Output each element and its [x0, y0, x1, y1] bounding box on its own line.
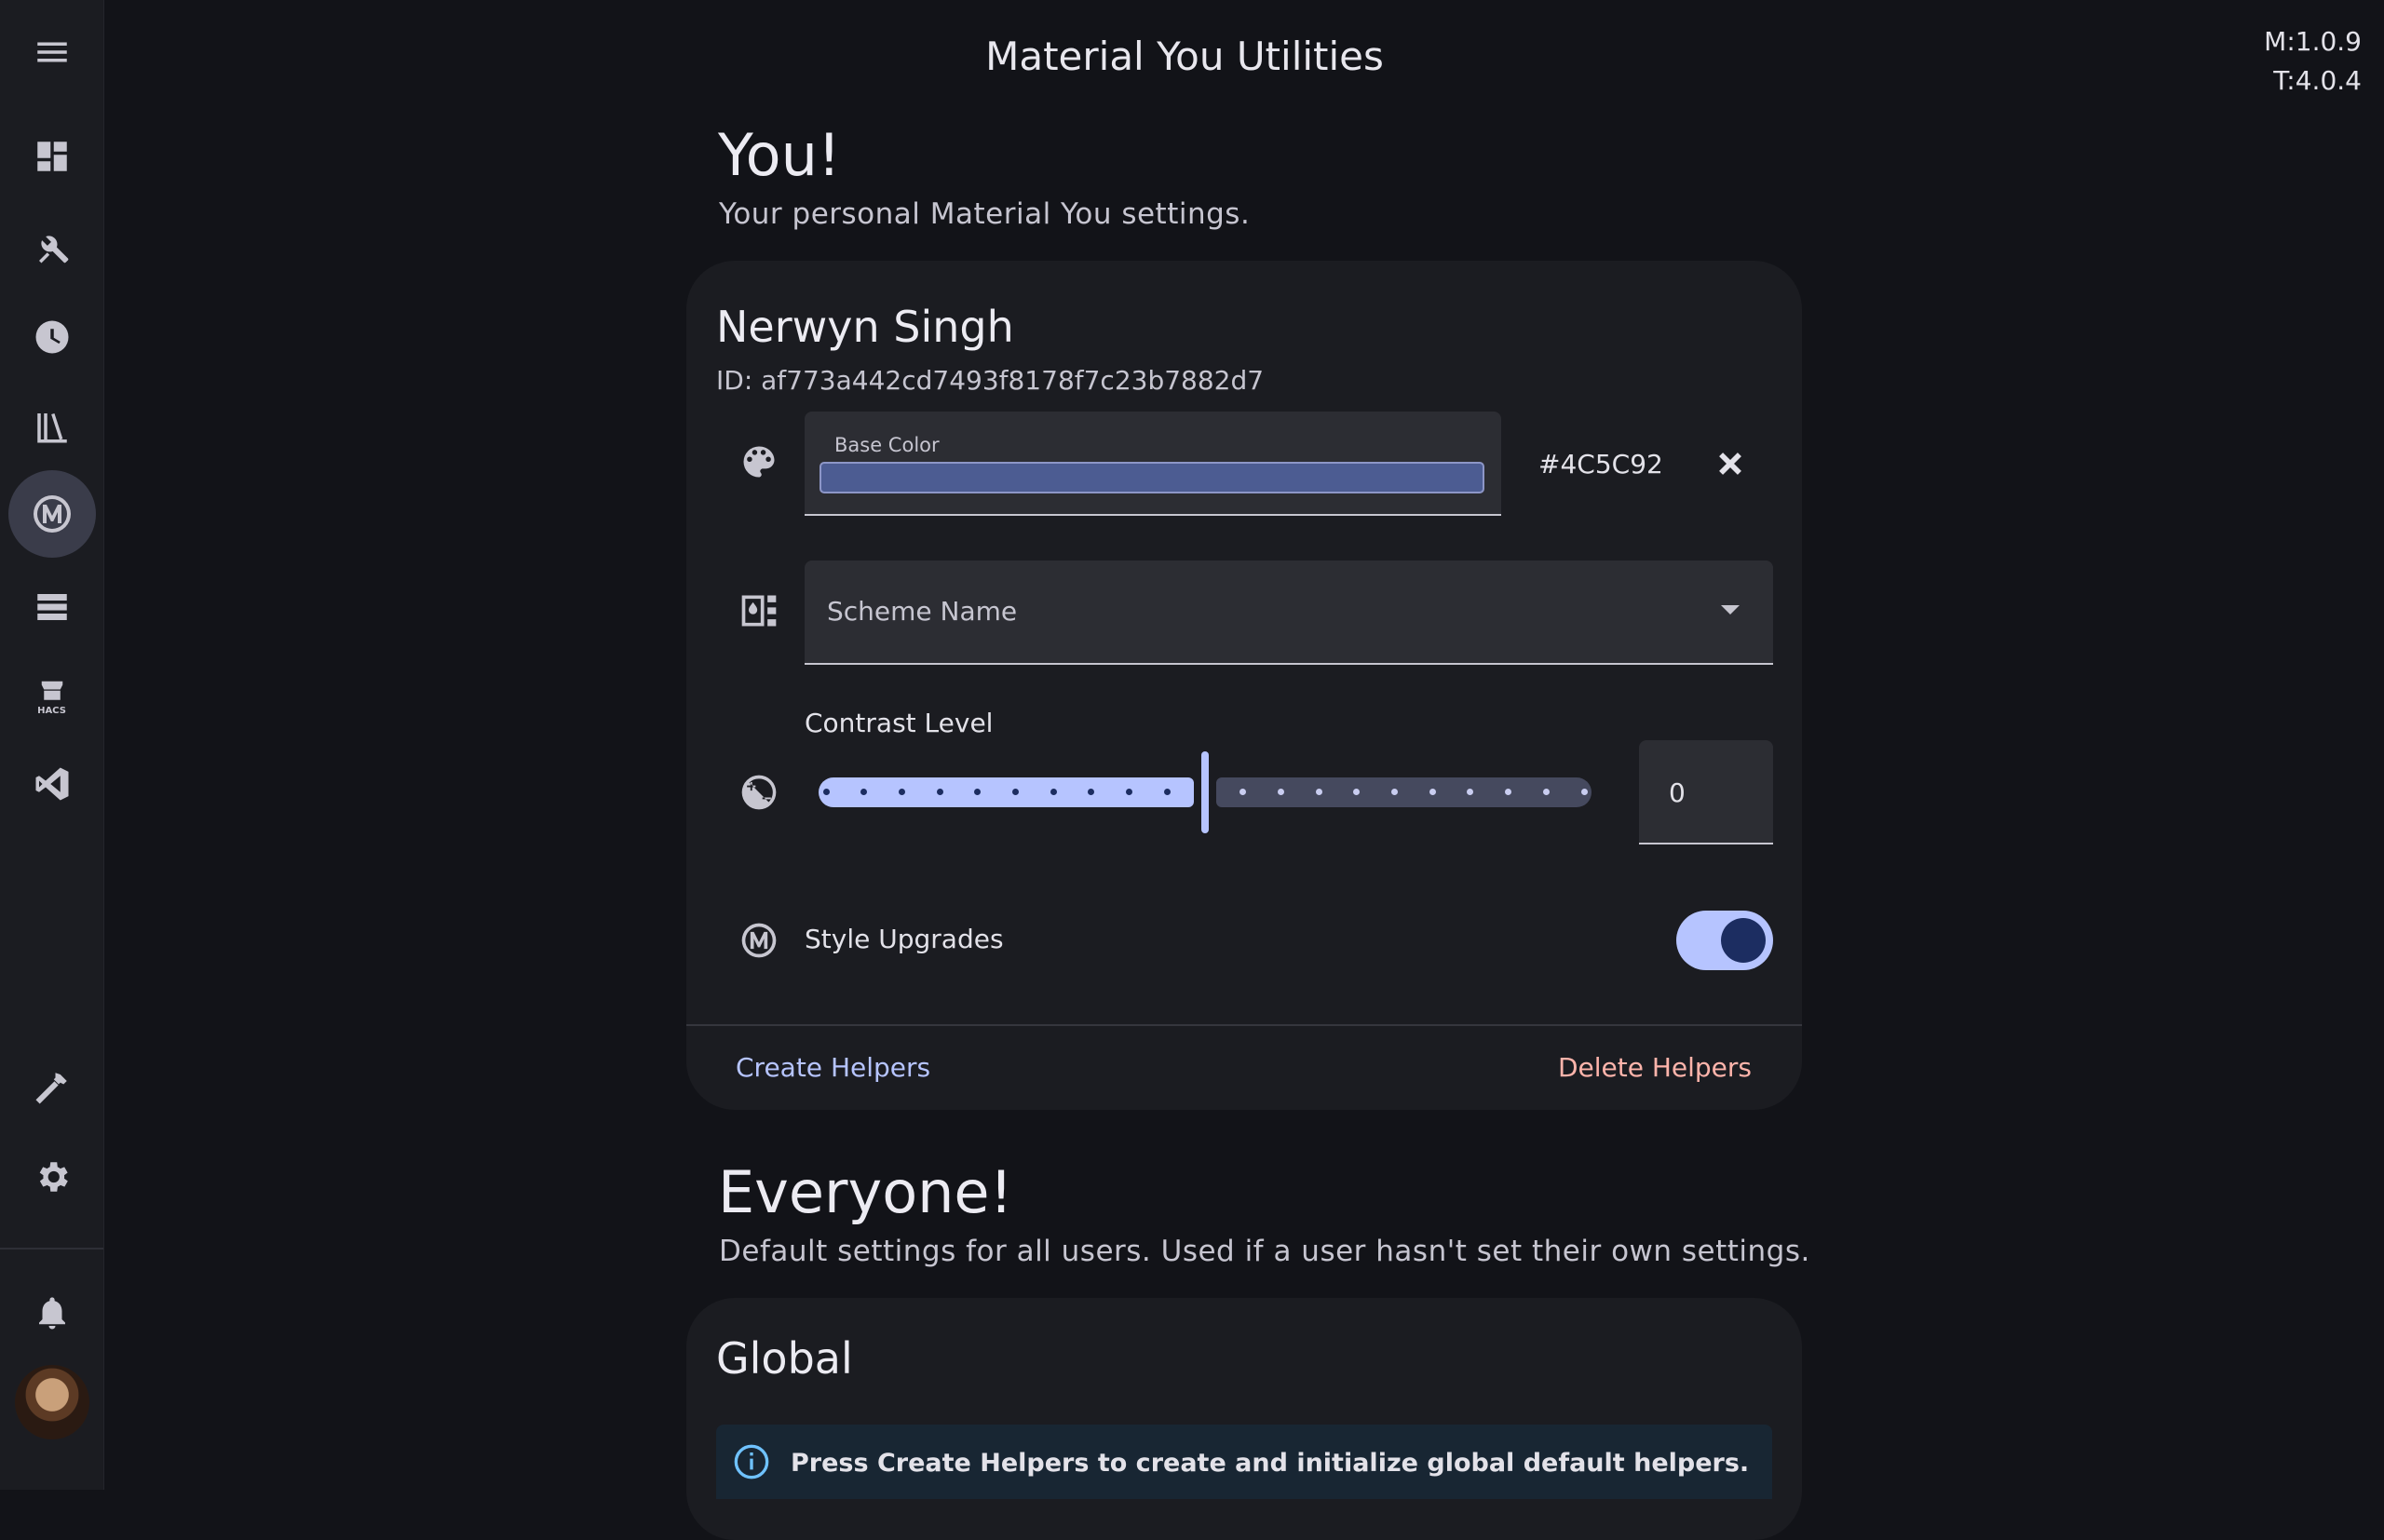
base-color-label: Base Color: [834, 434, 940, 456]
slider-tick-dot: [898, 789, 905, 795]
you-heading: You!: [718, 121, 841, 189]
scheme-icon: [737, 588, 781, 633]
version-m: M:1.0.9: [2264, 26, 2362, 57]
slider-tick-dot: [936, 789, 943, 795]
contrast-slider-inactive-track: [1216, 777, 1592, 807]
slider-tick-dot: [1012, 789, 1019, 795]
contrast-slider[interactable]: [819, 751, 1592, 833]
info-text: Press Create Helpers to create and initi…: [791, 1449, 1750, 1478]
info-icon: [734, 1444, 769, 1479]
create-helpers-button[interactable]: Create Helpers: [736, 1052, 930, 1083]
version-t: T:4.0.4: [2273, 65, 2362, 96]
user-settings-card: Nerwyn Singh ID: af773a442cd7493f8178f7c…: [686, 261, 1802, 1110]
version-info: M:1.0.9 T:4.0.4: [2264, 22, 2362, 101]
toggle-knob: [1721, 918, 1766, 963]
slider-tick-dot: [1580, 789, 1588, 795]
scheme-name-select[interactable]: Scheme Name: [805, 561, 1773, 665]
slider-tick-dot: [822, 789, 830, 795]
bell-icon[interactable]: [0, 1276, 103, 1350]
slider-tick-dot: [1315, 789, 1322, 795]
slider-tick-dot: [1050, 789, 1057, 795]
contrast-value-field[interactable]: 0: [1639, 740, 1773, 844]
contrast-icon: [737, 770, 781, 815]
slider-tick-dot: [1391, 789, 1398, 795]
you-subtitle: Your personal Material You settings.: [719, 197, 1251, 231]
server-icon[interactable]: [0, 570, 103, 644]
slider-tick-dot: [1277, 789, 1284, 795]
slider-tick-dot: [1163, 789, 1171, 795]
user-id: ID: af773a442cd7493f8178f7c23b7882d7: [716, 365, 1265, 396]
hacs-icon[interactable]: HACS: [0, 659, 103, 734]
material-you-icon[interactable]: [0, 470, 103, 558]
info-alert: Press Create Helpers to create and initi…: [716, 1425, 1772, 1499]
contrast-value: 0: [1669, 777, 1686, 808]
active-indicator: [7, 470, 96, 558]
global-heading: Global: [716, 1333, 853, 1384]
base-color-swatch[interactable]: [820, 462, 1484, 493]
user-name: Nerwyn Singh: [716, 302, 1014, 352]
history-icon[interactable]: [0, 300, 103, 374]
sidebar-divider: [0, 1248, 103, 1250]
base-color-field[interactable]: Base Color: [805, 412, 1501, 516]
library-icon[interactable]: [0, 389, 103, 464]
chevron-down-icon: [1721, 605, 1740, 615]
dashboard-icon[interactable]: [0, 119, 103, 194]
card-divider: [686, 1024, 1802, 1026]
hacs-label: HACS: [37, 705, 66, 716]
hammer-icon[interactable]: [0, 1050, 103, 1125]
global-settings-card: Global Press Create Helpers to create an…: [686, 1298, 1802, 1540]
style-upgrades-toggle[interactable]: [1676, 911, 1773, 970]
contrast-slider-thumb[interactable]: [1201, 751, 1209, 833]
gear-icon[interactable]: [0, 1140, 103, 1214]
palette-icon: [737, 439, 781, 484]
everyone-heading: Everyone!: [718, 1158, 1013, 1226]
delete-helpers-button[interactable]: Delete Helpers: [1558, 1052, 1752, 1083]
app-title: Material You Utilities: [985, 34, 1384, 79]
contrast-label: Contrast Level: [805, 708, 994, 738]
base-color-hex: #4C5C92: [1538, 449, 1663, 480]
sidebar: HACS: [0, 0, 104, 1490]
close-icon: [1719, 453, 1741, 475]
avatar[interactable]: [15, 1365, 89, 1439]
vscode-icon[interactable]: [0, 747, 103, 821]
everyone-subtitle: Default settings for all users. Used if …: [719, 1235, 1810, 1268]
style-upgrades-label: Style Upgrades: [805, 924, 1004, 954]
slider-tick-dot: [1429, 789, 1436, 795]
tools-icon[interactable]: [0, 210, 103, 285]
clear-color-button[interactable]: [1708, 441, 1753, 486]
scheme-name-placeholder: Scheme Name: [827, 596, 1018, 627]
slider-tick-dot: [1542, 789, 1550, 795]
material-you-icon: [737, 918, 781, 963]
contrast-slider-active-track: [819, 777, 1194, 807]
